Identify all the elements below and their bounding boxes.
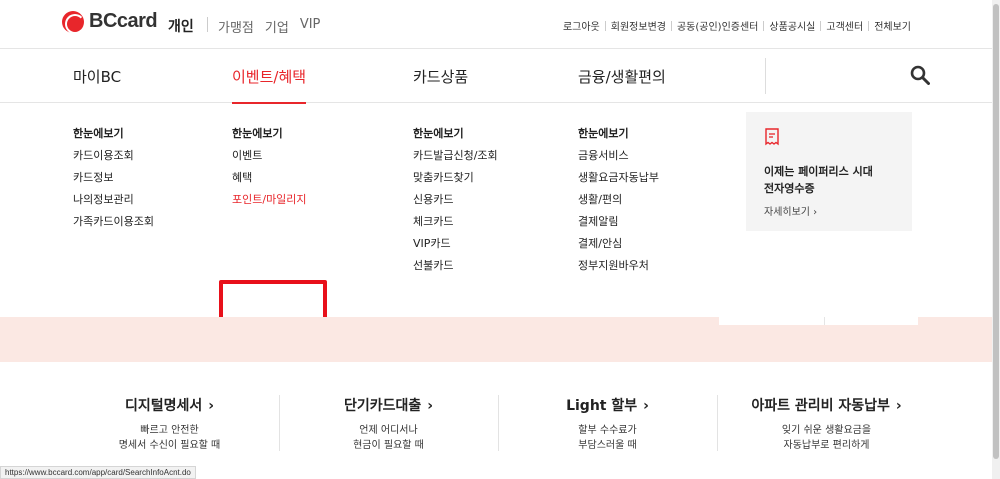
vip-link[interactable]: VIP <box>300 17 321 36</box>
menu-item[interactable]: VIP카드 <box>413 236 498 251</box>
menu-item[interactable]: 한눈에보기 <box>73 126 154 141</box>
bc-logo-icon <box>62 10 85 34</box>
band-card <box>719 317 918 325</box>
service-desc: 할부 수수료가 <box>578 425 637 436</box>
service-desc: 빠르고 안전한 <box>140 425 199 436</box>
menu-col-my-bc: 한눈에보기 카드이용조회 카드정보 나의정보관리 가족카드이용조회 <box>73 126 154 229</box>
menu-item[interactable]: 결제알림 <box>578 214 659 229</box>
personal-label[interactable]: 개인 <box>168 16 194 36</box>
menu-item[interactable]: 가족카드이용조회 <box>73 214 154 229</box>
quick-services: 디지털명세서 › 빠르고 안전한 명세서 수신이 필요할 때 단기카드대출 › 언제… <box>60 387 936 459</box>
menu-item[interactable]: 한눈에보기 <box>578 126 659 141</box>
scrollbar-thumb[interactable] <box>993 4 999 459</box>
menu-col-finance-life: 한눈에보기 금융서비스 생활요금자동납부 생활/편의 결제알림 결제/안심 정부… <box>578 126 659 273</box>
menu-item[interactable]: 나의정보관리 <box>73 192 154 207</box>
gnb-finance-life[interactable]: 금융/생활편의 <box>578 66 666 87</box>
receipt-icon <box>765 128 779 146</box>
menu-item[interactable]: 카드이용조회 <box>73 148 154 163</box>
menu-col-card-products: 한눈에보기 카드발급신청/조회 맞춤카드찾기 신용카드 체크카드 VIP카드 선… <box>413 126 498 273</box>
gnb-card-products[interactable]: 카드상품 <box>413 66 468 87</box>
bccard-logo[interactable]: BCcard <box>62 10 158 34</box>
product-disclosure-link[interactable]: 상품공시실 <box>764 18 820 33</box>
menu-item[interactable]: 한눈에보기 <box>413 126 498 141</box>
service-desc: 현금이 필요할 때 <box>353 440 424 451</box>
menu-item[interactable]: 카드정보 <box>73 170 154 185</box>
promo-band <box>0 317 992 362</box>
service-digital-statement[interactable]: 디지털명세서 › 빠르고 안전한 명세서 수신이 필요할 때 <box>60 387 279 459</box>
menu-col-events: 한눈에보기 이벤트 혜택 포인트/마일리지 <box>232 126 307 207</box>
vertical-scrollbar[interactable] <box>992 0 1000 479</box>
chevron-right-icon: › <box>208 398 215 414</box>
menu-item[interactable]: 신용카드 <box>413 192 498 207</box>
menu-item[interactable]: 금융서비스 <box>578 148 659 163</box>
customer-center-link[interactable]: 고객센터 <box>821 18 868 33</box>
menu-item-points-mileage[interactable]: 포인트/마일리지 <box>232 192 307 207</box>
service-desc: 명세서 수신이 필요할 때 <box>118 440 221 451</box>
service-desc: 자동납부로 편리하게 <box>783 440 870 451</box>
search-icon[interactable] <box>910 65 930 85</box>
business-links: 가맹점 기업 VIP <box>218 17 320 36</box>
promo-title: 이제는 페이퍼리스 시대 전자영수증 <box>764 163 873 197</box>
top-bar: BCcard 개인 가맹점 기업 VIP 로그아웃 회원정보변경 공동(공인)인… <box>0 0 992 48</box>
chevron-right-icon: › <box>643 398 649 414</box>
divider <box>207 17 208 32</box>
service-apartment-autopay[interactable]: 아파트 관리비 자동납부 › 잊기 쉬운 생활요금을 자동납부로 편리하게 <box>717 387 936 459</box>
promo-title-line1: 이제는 페이퍼리스 시대 <box>764 165 873 178</box>
service-desc: 부담스러울 때 <box>578 440 637 451</box>
chevron-right-icon: › <box>895 398 902 414</box>
menu-item[interactable]: 생활/편의 <box>578 192 659 207</box>
promo-more-link[interactable]: 자세히보기 › <box>764 203 817 218</box>
menu-item[interactable]: 맞춤카드찾기 <box>413 170 498 185</box>
corporate-link[interactable]: 기업 <box>265 17 289 36</box>
mega-menu: 한눈에보기 카드이용조회 카드정보 나의정보관리 가족카드이용조회 한눈에보기 … <box>0 104 992 323</box>
menu-item[interactable]: 한눈에보기 <box>232 126 307 141</box>
menu-item[interactable]: 정부지원바우처 <box>578 258 659 273</box>
view-all-link[interactable]: 전체보기 <box>869 18 916 33</box>
service-title: 단기카드대출 <box>343 398 422 414</box>
menu-item[interactable]: 체크카드 <box>413 214 498 229</box>
service-desc: 언제 어디서나 <box>359 425 418 436</box>
search-divider <box>765 58 766 94</box>
certificate-center-link[interactable]: 공동(공인)인증센터 <box>672 18 763 33</box>
gnb-events-benefits[interactable]: 이벤트/혜택 <box>232 66 307 104</box>
service-short-term-loan[interactable]: 단기카드대출 › 언제 어디서나 현금이 필요할 때 <box>279 387 498 459</box>
service-title: 디지털명세서 <box>124 398 203 414</box>
menu-item[interactable]: 혜택 <box>232 170 307 185</box>
service-title: 아파트 관리비 자동납부 <box>751 398 890 414</box>
menu-item[interactable]: 카드발급신청/조회 <box>413 148 498 163</box>
e-receipt-promo[interactable]: 이제는 페이퍼리스 시대 전자영수증 자세히보기 › <box>746 112 912 231</box>
service-title: Light 할부 <box>566 398 638 414</box>
gnb-my-bc[interactable]: 마이BC <box>73 66 121 87</box>
utility-nav: 로그아웃 회원정보변경 공동(공인)인증센터 상품공시실 고객센터 전체보기 <box>558 18 916 33</box>
brand-name: BCcard <box>89 10 158 32</box>
merchant-link[interactable]: 가맹점 <box>218 17 254 36</box>
service-light-installment[interactable]: Light 할부 › 할부 수수료가 부담스러울 때 <box>498 387 717 459</box>
logout-link[interactable]: 로그아웃 <box>558 18 605 33</box>
global-nav: 마이BC 이벤트/혜택 카드상품 금융/생활편의 <box>0 48 992 104</box>
menu-item[interactable]: 결제/안심 <box>578 236 659 251</box>
chevron-right-icon: › <box>427 398 434 414</box>
status-bar-url: https://www.bccard.com/app/card/SearchIn… <box>0 466 196 479</box>
menu-item[interactable]: 선불카드 <box>413 258 498 273</box>
menu-item[interactable]: 이벤트 <box>232 148 307 163</box>
menu-item[interactable]: 생활요금자동납부 <box>578 170 659 185</box>
promo-title-line2: 전자영수증 <box>764 182 815 195</box>
service-desc: 잊기 쉬운 생활요금을 <box>781 425 872 436</box>
member-info-link[interactable]: 회원정보변경 <box>606 18 671 33</box>
